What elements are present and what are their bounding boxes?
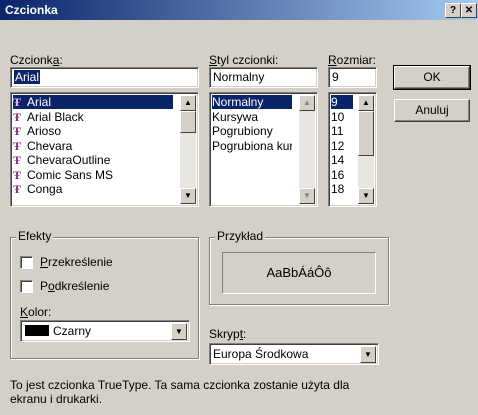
font-list-item[interactable]: Ŧ Arial Black	[13, 110, 173, 124]
scroll-down-icon[interactable]: ▼	[299, 188, 315, 204]
strikeout-checkbox[interactable]	[20, 256, 33, 269]
script-label: Skrypt:	[209, 327, 247, 341]
scroll-up-icon[interactable]: ▲	[299, 95, 315, 111]
size-list-item[interactable]: 10	[331, 110, 353, 124]
font-list[interactable]: Ŧ Conga Ŧ Comic Sans MS Ŧ ChevaraOutline Ŧ Chev…	[10, 92, 199, 207]
size-list-item-label: 9	[331, 95, 338, 109]
font-list-item-label: ChevaraOutline	[27, 153, 111, 167]
font-list-item[interactable]: Ŧ Conga	[13, 182, 173, 196]
style-list[interactable]: Pogrubiona kursywaPogrubionyKursywaNorma…	[209, 92, 318, 207]
underline-checkbox[interactable]	[20, 280, 33, 293]
font-list-item[interactable]: Ŧ Arioso	[13, 124, 173, 138]
color-select[interactable]: Czarny ▼	[20, 320, 190, 342]
scroll-down-icon[interactable]: ▼	[180, 188, 196, 204]
font-input-value: Arial	[14, 70, 41, 84]
font-list-item-label: Comic Sans MS	[27, 167, 114, 182]
truetype-icon: Ŧ	[13, 109, 22, 124]
color-label: Kolor:	[20, 305, 52, 319]
font-list-item-label: Chevara	[27, 138, 73, 153]
size-input[interactable]: 9	[328, 67, 377, 88]
strikeout-label[interactable]: Przekreślenie	[40, 255, 113, 269]
chevron-down-icon[interactable]: ▼	[360, 346, 376, 363]
font-label: Czcionka:	[10, 53, 63, 67]
size-list[interactable]: 18 16 14 12 11 10 9 ▲ ▼	[328, 92, 377, 207]
title-bar[interactable]	[0, 0, 478, 20]
font-list-item[interactable]: Ŧ Arial	[13, 95, 173, 109]
size-list-item[interactable]: 14	[331, 153, 353, 167]
font-list-item[interactable]: Ŧ ChevaraOutline	[13, 153, 173, 167]
font-list-scrollbar[interactable]: ▲ ▼	[180, 95, 196, 204]
style-list-item[interactable]: Normalny	[212, 95, 292, 109]
style-list-item-label: Pogrubiony	[212, 124, 273, 138]
cancel-button[interactable]: Anuluj	[394, 99, 470, 122]
style-list-item-label: Pogrubiona kursywa	[212, 138, 292, 153]
window-title: Czcionka	[5, 3, 58, 17]
size-list-item-label: 18	[331, 182, 345, 196]
ok-button[interactable]: OK	[393, 65, 471, 90]
size-list-item-label: 14	[331, 153, 345, 167]
font-list-item-label: Arial	[27, 95, 52, 109]
preview-group-title: Przykład	[215, 229, 266, 243]
font-list-item-label: Arial Black	[27, 109, 84, 124]
truetype-icon: Ŧ	[13, 153, 22, 167]
script-select-value: Europa Środkowa	[213, 347, 309, 361]
size-list-scrollbar[interactable]: ▲ ▼	[358, 95, 374, 204]
scroll-down-icon[interactable]: ▼	[358, 188, 374, 204]
font-list-item[interactable]: Ŧ Comic Sans MS	[13, 168, 173, 182]
style-list-item-label: Normalny	[212, 95, 264, 109]
size-label: Rozmiar:	[328, 53, 377, 67]
truetype-icon: Ŧ	[13, 167, 22, 182]
size-list-item[interactable]: 18	[331, 182, 353, 196]
preview-sample: AaBbÁáÔô	[266, 265, 332, 280]
style-input[interactable]: Normalny	[209, 67, 318, 88]
font-description: To jest czcionka TrueType. Ta sama czcio…	[10, 378, 350, 406]
size-list-item-label: 10	[331, 109, 345, 124]
font-list-item-label: Arioso	[27, 124, 62, 138]
style-input-value: Normalny	[213, 70, 265, 84]
size-list-item[interactable]: 16	[331, 168, 353, 182]
style-list-item[interactable]: Kursywa	[212, 110, 292, 124]
size-list-item[interactable]: 11	[331, 124, 353, 138]
truetype-icon: Ŧ	[13, 182, 22, 196]
scroll-thumb[interactable]	[358, 111, 374, 156]
style-list-item[interactable]: Pogrubiona kursywa	[212, 139, 292, 153]
style-list-item-label: Kursywa	[212, 109, 259, 124]
font-list-item[interactable]: Ŧ Chevara	[13, 139, 173, 153]
script-select[interactable]: Europa Środkowa ▼	[209, 343, 379, 365]
size-list-item[interactable]: 9	[331, 95, 353, 109]
truetype-icon: Ŧ	[13, 124, 22, 138]
close-button[interactable]: ✕	[461, 3, 477, 18]
scroll-thumb[interactable]	[180, 111, 196, 133]
color-swatch	[25, 325, 49, 336]
scroll-up-icon[interactable]: ▲	[180, 95, 196, 111]
chevron-down-icon[interactable]: ▼	[171, 323, 187, 340]
font-list-item-label: Conga	[27, 182, 63, 196]
underline-label[interactable]: Podkreślenie	[40, 279, 109, 293]
size-list-item-label: 16	[331, 167, 345, 182]
style-list-scrollbar[interactable]: ▲ ▼	[299, 95, 315, 204]
style-list-item[interactable]: Pogrubiony	[212, 124, 292, 138]
size-input-value: 9	[332, 70, 339, 84]
truetype-icon: Ŧ	[13, 138, 22, 153]
font-input[interactable]: Arial	[10, 67, 199, 88]
scroll-up-icon[interactable]: ▲	[358, 95, 374, 111]
size-list-item-label: 11	[331, 124, 344, 138]
color-select-value: Czarny	[53, 324, 92, 338]
style-label: Styl czcionki:	[209, 53, 279, 67]
truetype-icon: Ŧ	[13, 95, 22, 109]
help-button[interactable]: ?	[445, 3, 461, 18]
effects-group-title: Efekty	[16, 229, 54, 243]
size-list-item[interactable]: 12	[331, 139, 353, 153]
size-list-item-label: 12	[331, 138, 345, 153]
preview-box: AaBbÁáÔô	[222, 252, 376, 294]
